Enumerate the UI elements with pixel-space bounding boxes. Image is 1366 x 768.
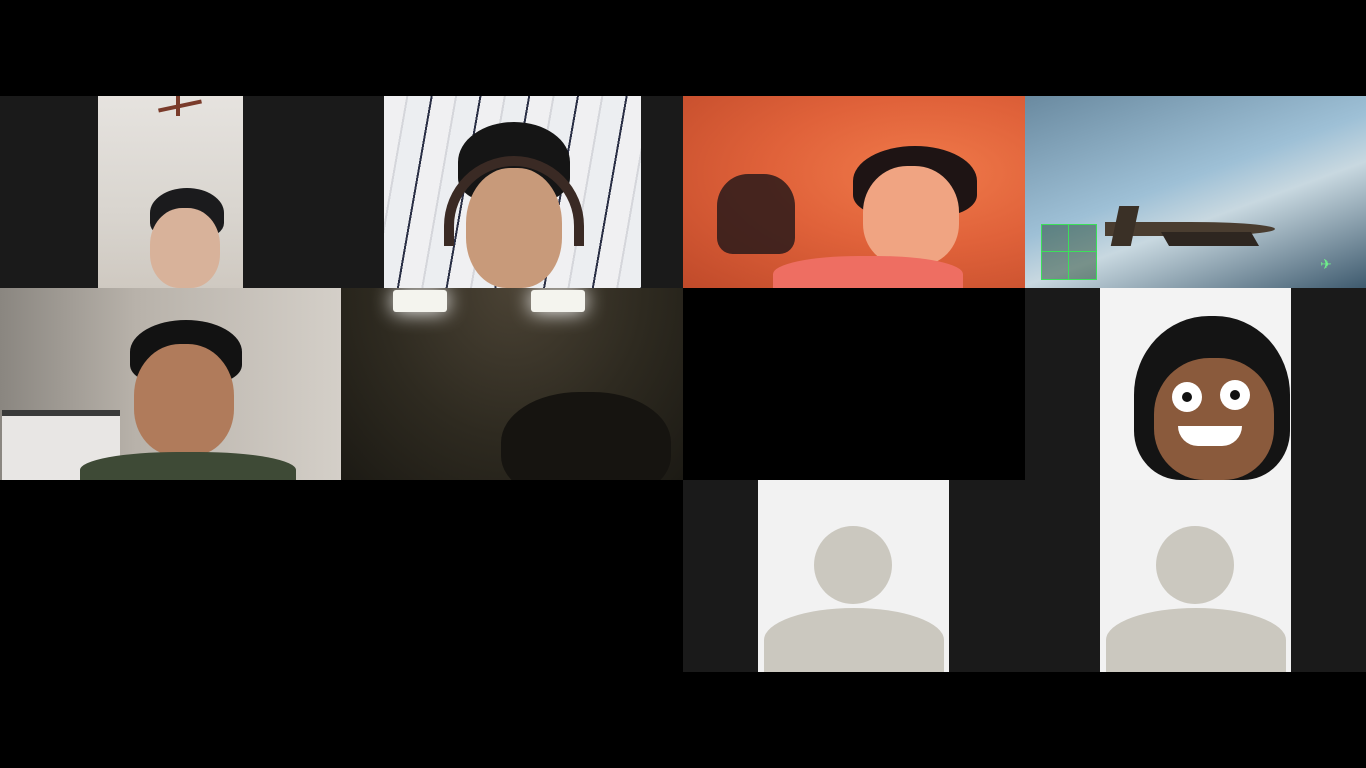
participant-video-8	[1100, 288, 1291, 480]
participant-tile-10[interactable]	[1025, 480, 1366, 672]
participant-face	[1154, 358, 1274, 480]
participant-tile-6[interactable]	[341, 288, 683, 480]
participant-tile-2[interactable]	[341, 96, 683, 288]
participant-tile-7[interactable]	[683, 288, 1025, 480]
hanging-clothes-shape	[717, 174, 795, 254]
avatar-head-icon	[814, 526, 892, 604]
participant-face	[134, 344, 234, 456]
ceiling-light-left	[393, 290, 447, 312]
participant-shirt	[773, 256, 963, 288]
avatar-body-icon	[764, 608, 944, 672]
hud-jet-icon: ✈	[1320, 257, 1332, 273]
participant-tile-8[interactable]	[1025, 288, 1366, 480]
participant-video-1	[98, 96, 243, 288]
participant-tile-3[interactable]	[683, 96, 1025, 288]
participant-silhouette	[501, 392, 671, 480]
avatar-head-icon	[1156, 526, 1234, 604]
doodle-eye-right	[1220, 380, 1250, 410]
participant-video-5	[0, 288, 341, 480]
participant-tile-9[interactable]	[683, 480, 1025, 672]
participant-face	[863, 166, 959, 266]
doodle-smile	[1178, 426, 1242, 446]
participant-video-3	[683, 96, 1025, 288]
participant-video-6	[341, 288, 683, 480]
participant-shirt	[80, 452, 296, 480]
participant-tile-5[interactable]	[0, 288, 341, 480]
avatar-placeholder	[1100, 480, 1291, 672]
avatar-body-icon	[1106, 608, 1286, 672]
fighter-jet-shape	[1105, 206, 1275, 252]
participant-video-4: ✈	[1025, 96, 1366, 288]
participant-face	[466, 168, 562, 288]
doodle-eye-left	[1172, 382, 1202, 412]
radar-hud	[1041, 224, 1097, 280]
participant-tile-1[interactable]	[0, 96, 341, 288]
participant-face	[150, 208, 220, 288]
participant-tile-4[interactable]: ✈	[1025, 96, 1366, 288]
avatar-placeholder	[758, 480, 949, 672]
ceiling-fan-shape	[158, 96, 202, 118]
ceiling-light-right	[531, 290, 585, 312]
participant-video-2	[384, 96, 641, 288]
